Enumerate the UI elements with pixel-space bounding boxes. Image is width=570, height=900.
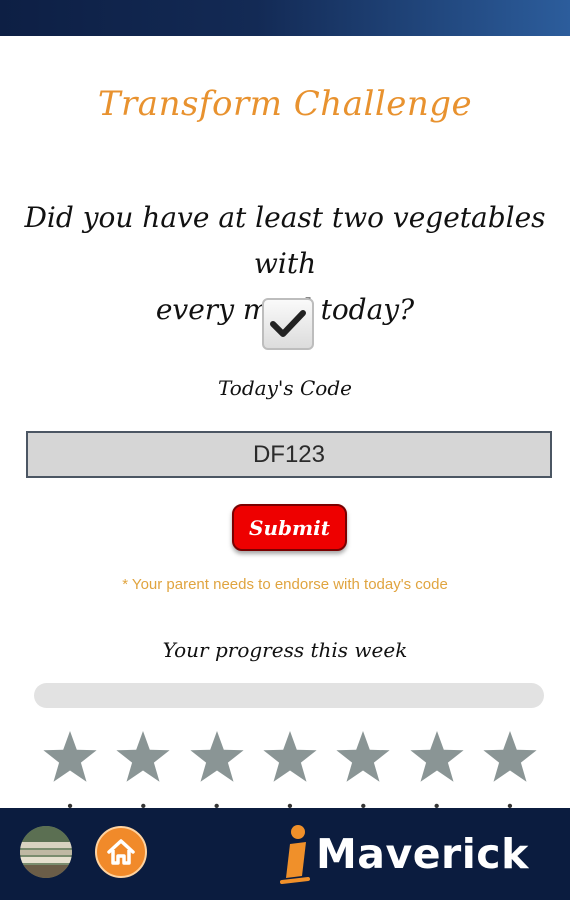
weekly-stars [40,728,540,788]
page-title: Transform Challenge [97,84,473,124]
home-button[interactable] [95,826,147,878]
avatar-image [20,826,72,878]
checkmark-icon [270,310,306,337]
progress-bar [34,683,544,708]
imaverick-logo: Maverick [278,822,548,884]
completed-checkbox[interactable] [262,298,314,350]
endorse-note: * Your parent needs to endorse with toda… [122,576,448,593]
progress-label: Your progress this week [162,638,408,662]
star-icon [43,731,97,782]
question-line-1: Did you have at least two vegetables wit… [24,201,546,280]
todays-code-label: Today's Code [218,376,352,400]
star-icon [116,731,170,782]
star-icon [336,731,390,782]
star-icon [263,731,317,782]
profile-avatar[interactable] [20,826,72,878]
brand-i-figure-icon [280,825,310,884]
top-status-bar [0,0,570,36]
brand-name: Maverick [316,830,529,878]
home-icon [107,839,135,865]
todays-code-input[interactable] [26,431,552,478]
star-icon [190,731,244,782]
star-icon [483,731,537,782]
submit-button[interactable]: Submit [232,504,347,551]
star-icon [410,731,464,782]
